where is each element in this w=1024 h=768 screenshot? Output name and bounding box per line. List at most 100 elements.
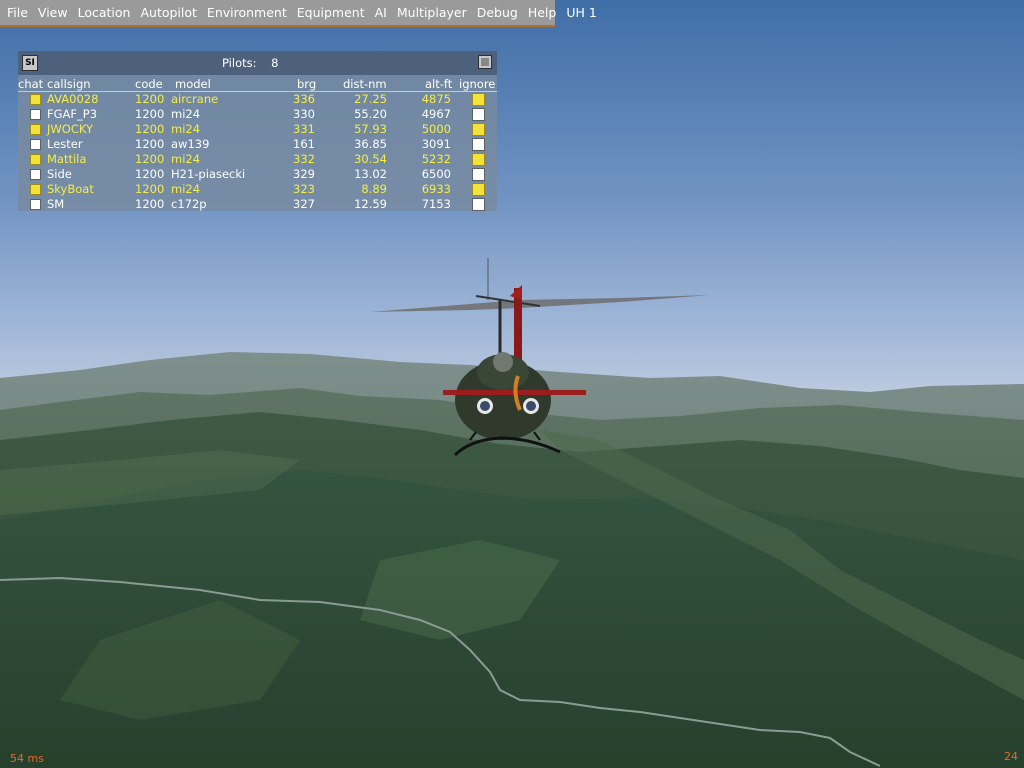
fps-counter: 24 [1004, 750, 1018, 763]
model-cell: H21-piasecki [171, 167, 246, 181]
ignore-checkbox[interactable] [472, 108, 485, 121]
altitude-cell: 5232 [421, 152, 451, 166]
ignore-checkbox[interactable] [472, 93, 485, 106]
bearing-cell: 161 [293, 137, 315, 151]
bearing-cell: 327 [293, 197, 315, 211]
menu-equipment[interactable]: Equipment [292, 0, 370, 26]
menu-location[interactable]: Location [73, 0, 136, 26]
chat-checkbox[interactable] [30, 109, 41, 120]
callsign-cell: AVA0028 [47, 92, 99, 106]
distance-cell: 13.02 [354, 167, 387, 181]
pilots-count-value: 8 [271, 56, 279, 70]
code-cell: 1200 [135, 197, 165, 211]
altitude-cell: 4967 [421, 107, 451, 121]
table-row: JWOCKY 1200 mi24 331 57.93 5000 [18, 122, 497, 137]
callsign-cell: SM [47, 197, 65, 211]
ignore-checkbox[interactable] [472, 183, 485, 196]
menu-environment[interactable]: Environment [202, 0, 292, 26]
altitude-cell: 5000 [421, 122, 451, 136]
callsign-cell: Side [47, 167, 72, 181]
model-cell: mi24 [171, 152, 201, 166]
ignore-checkbox[interactable] [472, 138, 485, 151]
altitude-cell: 6933 [421, 182, 451, 196]
distance-cell: 27.25 [354, 92, 387, 106]
code-cell: 1200 [135, 182, 165, 196]
dialog-header: SI Pilots: 8 [18, 51, 497, 75]
column-header-alt-ft[interactable]: alt-ft [425, 77, 452, 91]
altitude-cell: 3091 [421, 137, 451, 151]
ignore-checkbox[interactable] [472, 168, 485, 181]
chat-checkbox[interactable] [30, 124, 41, 135]
distance-cell: 55.20 [354, 107, 387, 121]
distance-cell: 30.54 [354, 152, 387, 166]
column-header-dist-nm[interactable]: dist-nm [343, 77, 387, 91]
model-cell: mi24 [171, 122, 201, 136]
model-cell: c172p [171, 197, 207, 211]
chat-checkbox[interactable] [30, 184, 41, 195]
chat-checkbox[interactable] [30, 199, 41, 210]
menu-multiplayer[interactable]: Multiplayer [392, 0, 472, 26]
bearing-cell: 329 [293, 167, 315, 181]
close-button[interactable] [478, 55, 492, 69]
chat-checkbox[interactable] [30, 139, 41, 150]
bearing-cell: 330 [293, 107, 315, 121]
bearing-cell: 332 [293, 152, 315, 166]
table-row: Lester 1200 aw139 161 36.85 3091 [18, 137, 497, 152]
code-cell: 1200 [135, 107, 165, 121]
chat-checkbox[interactable] [30, 94, 41, 105]
distance-cell: 36.85 [354, 137, 387, 151]
ignore-checkbox[interactable] [472, 153, 485, 166]
menu-bar: File View Location Autopilot Environment… [0, 0, 597, 27]
callsign-cell: SkyBoat [47, 182, 94, 196]
code-cell: 1200 [135, 122, 165, 136]
callsign-cell: Lester [47, 137, 83, 151]
menu-ai[interactable]: AI [370, 0, 392, 26]
code-cell: 1200 [135, 152, 165, 166]
ignore-checkbox[interactable] [472, 123, 485, 136]
pilots-label: Pilots: [222, 56, 257, 70]
model-cell: mi24 [171, 182, 201, 196]
table-row: SkyBoat 1200 mi24 323 8.89 6933 [18, 182, 497, 197]
menu-autopilot[interactable]: Autopilot [135, 0, 201, 26]
bearing-cell: 336 [293, 92, 315, 106]
column-header-model[interactable]: model [175, 77, 211, 91]
menu-debug[interactable]: Debug [472, 0, 523, 26]
menu-view[interactable]: View [33, 0, 73, 26]
menu-file[interactable]: File [2, 0, 33, 26]
ignore-checkbox[interactable] [472, 198, 485, 211]
menu-help[interactable]: Help [523, 0, 562, 26]
altitude-cell: 4875 [421, 92, 451, 106]
si-button[interactable]: SI [22, 55, 38, 71]
table-row: SM 1200 c172p 327 12.59 7153 [18, 197, 497, 212]
column-header-chat[interactable]: chat [18, 77, 43, 91]
code-cell: 1200 [135, 137, 165, 151]
chat-checkbox[interactable] [30, 169, 41, 180]
table-row: Mattila 1200 mi24 332 30.54 5232 [18, 152, 497, 167]
code-cell: 1200 [135, 167, 165, 181]
column-header-callsign[interactable]: callsign [47, 77, 91, 91]
callsign-cell: FGAF_P3 [47, 107, 98, 121]
table-row: Side 1200 H21-piasecki 329 13.02 6500 [18, 167, 497, 182]
bearing-cell: 323 [293, 182, 315, 196]
code-cell: 1200 [135, 92, 165, 106]
distance-cell: 57.93 [354, 122, 387, 136]
altitude-cell: 7153 [421, 197, 451, 211]
pilot-list-dialog: SI Pilots: 8 chat callsign code model br… [18, 51, 497, 211]
callsign-cell: JWOCKY [47, 122, 93, 136]
column-header-ignore[interactable]: ignore [459, 77, 495, 91]
chat-checkbox[interactable] [30, 154, 41, 165]
callsign-cell: Mattila [47, 152, 87, 166]
model-cell: aircrane [171, 92, 219, 106]
distance-cell: 12.59 [354, 197, 387, 211]
table-row: FGAF_P3 1200 mi24 330 55.20 4967 [18, 107, 497, 122]
distance-cell: 8.89 [361, 182, 387, 196]
table-row: AVA0028 1200 aircrane 336 27.25 4875 [18, 92, 497, 107]
menu-aircraft-uh1[interactable]: UH 1 [561, 0, 601, 26]
pilots-count-label: Pilots: 8 [222, 56, 278, 70]
model-cell: mi24 [171, 107, 201, 121]
column-header-code[interactable]: code [135, 77, 163, 91]
model-cell: aw139 [171, 137, 210, 151]
3d-viewport[interactable]: File View Location Autopilot Environment… [0, 0, 1024, 768]
altitude-cell: 6500 [421, 167, 451, 181]
column-header-brg[interactable]: brg [297, 77, 316, 91]
